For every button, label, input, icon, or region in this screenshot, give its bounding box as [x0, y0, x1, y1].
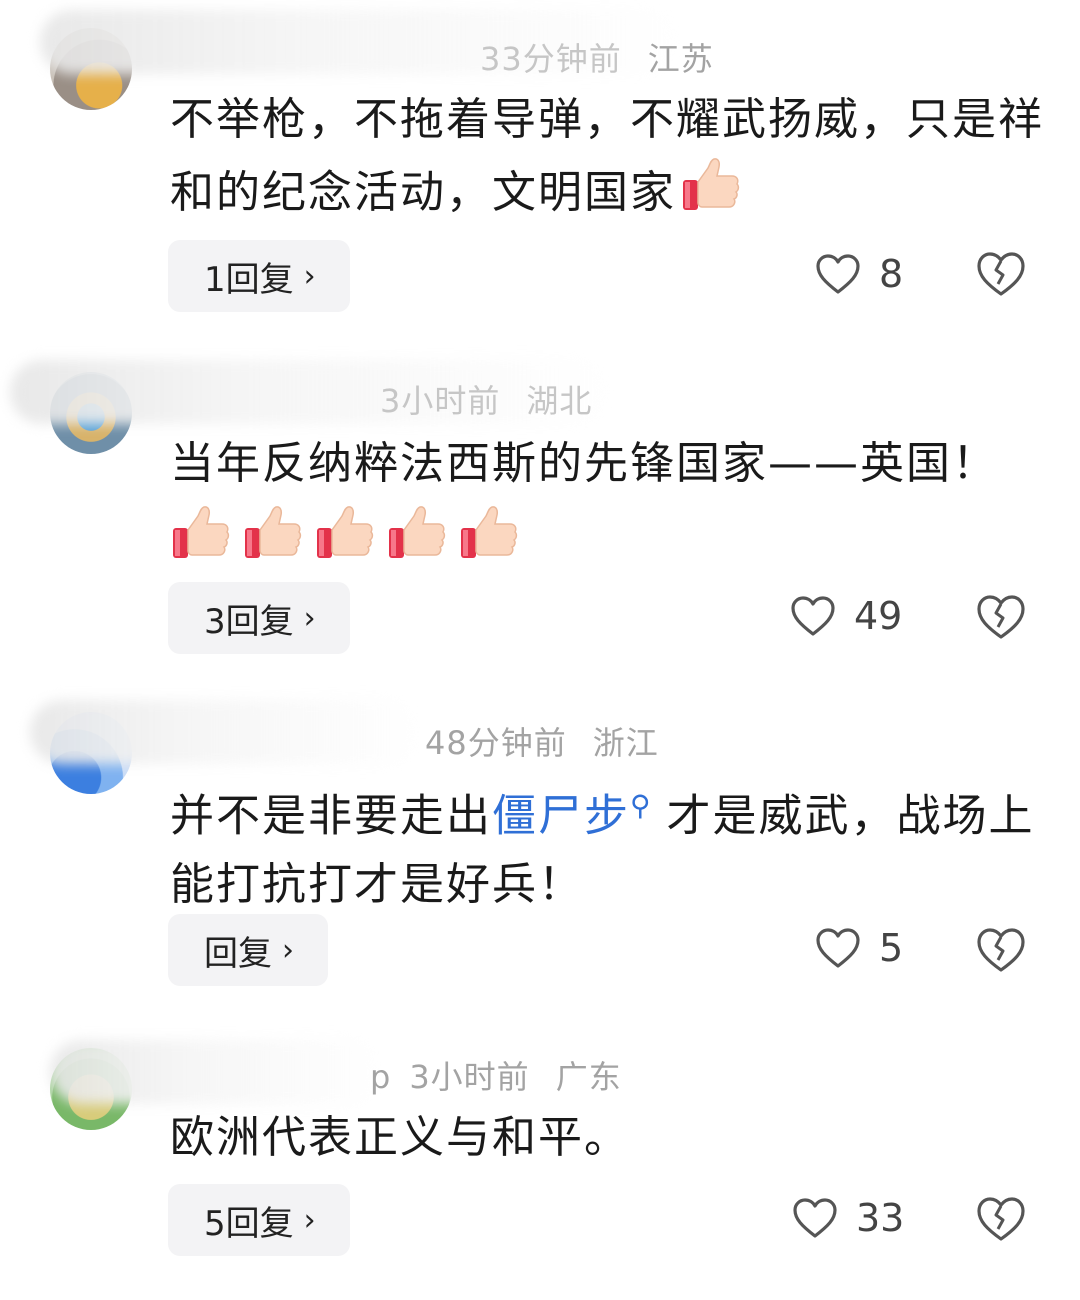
comment-region: 广东 [555, 1058, 622, 1096]
reply-label: 5回复 [204, 1203, 294, 1244]
broken-heart-icon[interactable] [975, 593, 1027, 641]
thumbs-up-emoji-row [170, 502, 530, 584]
comment-meta: 48分钟前 浙江 [425, 718, 685, 764]
reply-label: 3回复 [204, 601, 294, 642]
chevron-right-icon: › [282, 932, 294, 968]
blurred-username [30, 700, 420, 764]
comment-text: 当年反纳粹法西斯的先锋国家——英国！ [170, 430, 1050, 584]
comment-time: 48分钟前 [425, 724, 567, 762]
comment-text-body: 不举枪，不拖着导弹，不耀武扬威，只是祥和的纪念活动，文明国家 [170, 94, 1044, 218]
like-count: 33 [856, 1196, 905, 1240]
comment-text: 欧洲代表正义与和平。 [170, 1104, 1050, 1172]
thumbs-up-icon [386, 502, 448, 564]
like-button[interactable]: 8 [815, 252, 903, 296]
comment-text: 不举枪，不拖着导弹，不耀武扬威，只是祥和的纪念活动，文明国家 [170, 86, 1050, 236]
like-button[interactable]: 5 [815, 926, 903, 970]
heart-outline-icon [790, 595, 836, 637]
heart-outline-icon [792, 1197, 838, 1239]
keyword-link[interactable]: 僵尸步 [492, 791, 630, 842]
comment-time: 33分钟前 [480, 40, 622, 78]
chevron-right-icon: › [303, 1202, 316, 1238]
comment-text-body: 当年反纳粹法西斯的先锋国家——英国！ [170, 438, 998, 489]
thumbs-up-icon [314, 502, 376, 564]
like-count: 8 [879, 252, 904, 296]
reply-button[interactable]: 回复 › [168, 914, 328, 986]
like-count: 5 [879, 926, 904, 970]
thumbs-up-icon [170, 502, 232, 564]
thumbs-up-icon [242, 502, 304, 564]
comment-region: 湖北 [526, 382, 593, 420]
comment-meta: p 3小时前 广东 [370, 1052, 648, 1098]
comment-region: 浙江 [592, 724, 659, 762]
reply-label: 1回复 [204, 259, 294, 300]
reply-button[interactable]: 1回复 › [168, 240, 350, 312]
broken-heart-icon[interactable] [975, 1195, 1027, 1243]
broken-heart-icon[interactable] [975, 926, 1027, 974]
comment-meta: 3小时前 湖北 [380, 376, 618, 422]
search-icon[interactable]: ⚲ [630, 789, 653, 822]
comment-meta: 33分钟前 江苏 [480, 34, 740, 80]
heart-outline-icon [815, 927, 861, 969]
reply-button[interactable]: 5回复 › [168, 1184, 350, 1256]
comment-text-before: 并不是非要走出 [170, 790, 492, 842]
comment-name-tail: p [370, 1058, 392, 1096]
reply-label: 回复 [204, 933, 272, 974]
comment-time: 3小时前 [380, 382, 501, 420]
like-button[interactable]: 33 [792, 1196, 904, 1240]
comment-time: 3小时前 [409, 1058, 530, 1096]
comment-region: 江苏 [647, 40, 714, 78]
like-button[interactable]: 49 [790, 594, 902, 638]
chevron-right-icon: › [303, 258, 316, 294]
reply-button[interactable]: 3回复 › [168, 582, 350, 654]
comment-text-body: 欧洲代表正义与和平。 [170, 1112, 630, 1163]
blurred-username [50, 1040, 380, 1104]
thumbs-up-icon [680, 154, 742, 216]
heart-outline-icon [815, 253, 861, 295]
like-count: 49 [854, 594, 903, 638]
comment-text: 并不是非要走出僵尸步⚲ 才是威武，战场上能打抗打才是好兵！ [170, 772, 1050, 919]
broken-heart-icon[interactable] [975, 250, 1027, 298]
chevron-right-icon: › [303, 600, 316, 636]
thumbs-up-icon [458, 502, 520, 564]
thumbs-up-emoji [680, 154, 752, 236]
